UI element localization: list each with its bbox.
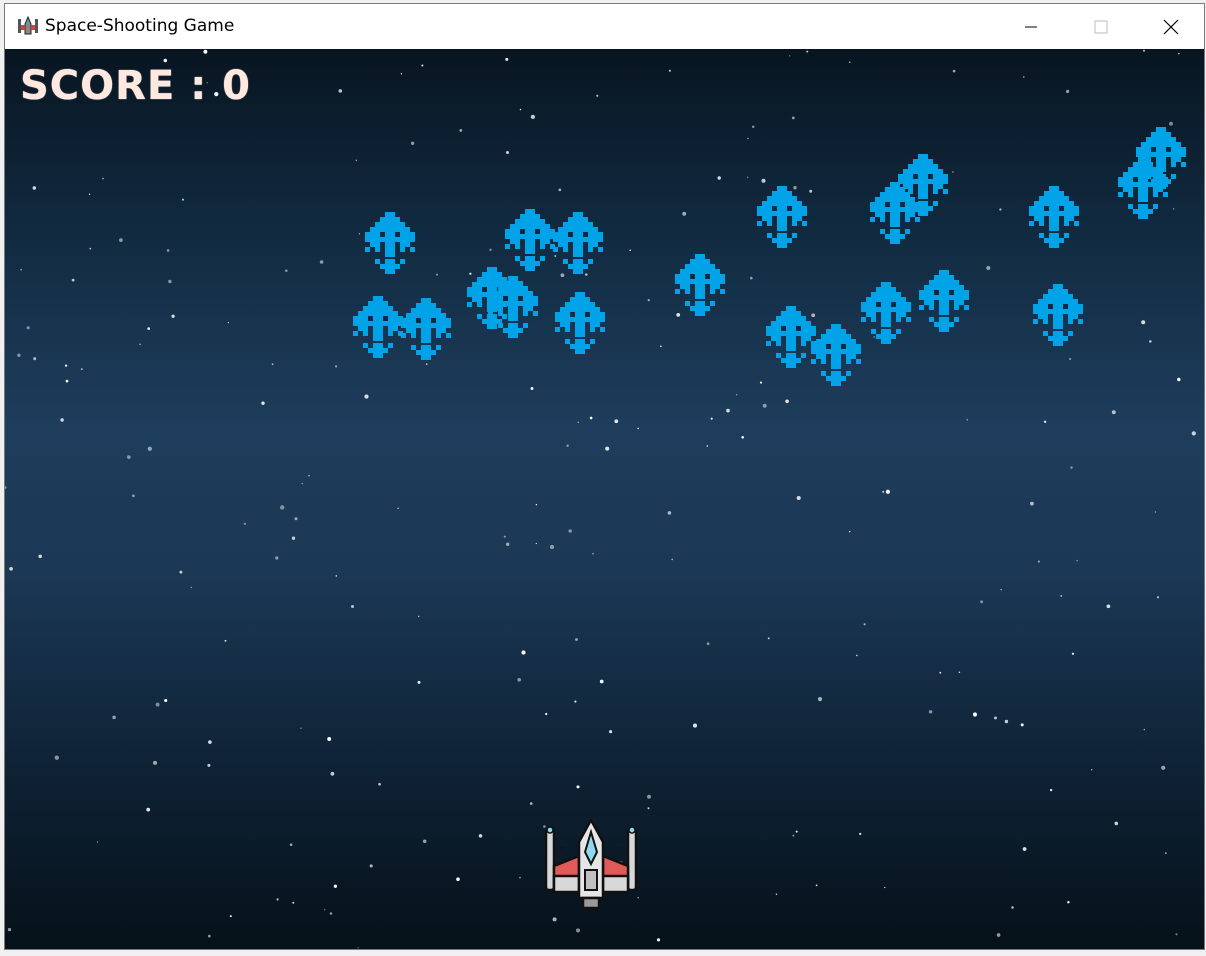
- maximize-button[interactable]: [1066, 4, 1136, 49]
- game-canvas[interactable]: SCORE : 0: [5, 49, 1204, 949]
- space-invader-icon: [365, 212, 415, 274]
- space-invader-icon: [766, 306, 816, 368]
- space-invader-icon: [401, 298, 451, 360]
- space-invader-icon: [555, 292, 605, 354]
- player-spaceship-icon: [544, 818, 638, 912]
- space-invader-icon: [861, 282, 911, 344]
- window-title: Space-Shooting Game: [45, 16, 235, 36]
- space-invader-icon: [811, 324, 861, 386]
- space-invader-icon: [675, 254, 725, 316]
- space-invader-icon: [757, 186, 807, 248]
- space-invader-icon: [919, 270, 969, 332]
- space-invader-icon: [353, 296, 403, 358]
- space-invader-icon: [1029, 186, 1079, 248]
- game-window: Space-Shooting Game SCORE : 0: [4, 3, 1205, 950]
- space-invader-icon: [505, 209, 555, 271]
- space-invader-icon: [488, 276, 538, 338]
- space-invader-icon: [1033, 284, 1083, 346]
- maximize-icon: [1094, 20, 1108, 33]
- close-icon: [1163, 19, 1179, 34]
- space-invader-icon: [553, 212, 603, 274]
- minimize-icon: [1025, 26, 1037, 27]
- alien-fleet: [5, 49, 1204, 949]
- close-button[interactable]: [1136, 4, 1206, 49]
- minimize-button[interactable]: [996, 4, 1066, 49]
- title-bar[interactable]: Space-Shooting Game: [5, 4, 1204, 49]
- space-invader-icon: [898, 154, 948, 216]
- space-invader-icon: [1136, 127, 1186, 189]
- spaceship-icon: [18, 16, 38, 35]
